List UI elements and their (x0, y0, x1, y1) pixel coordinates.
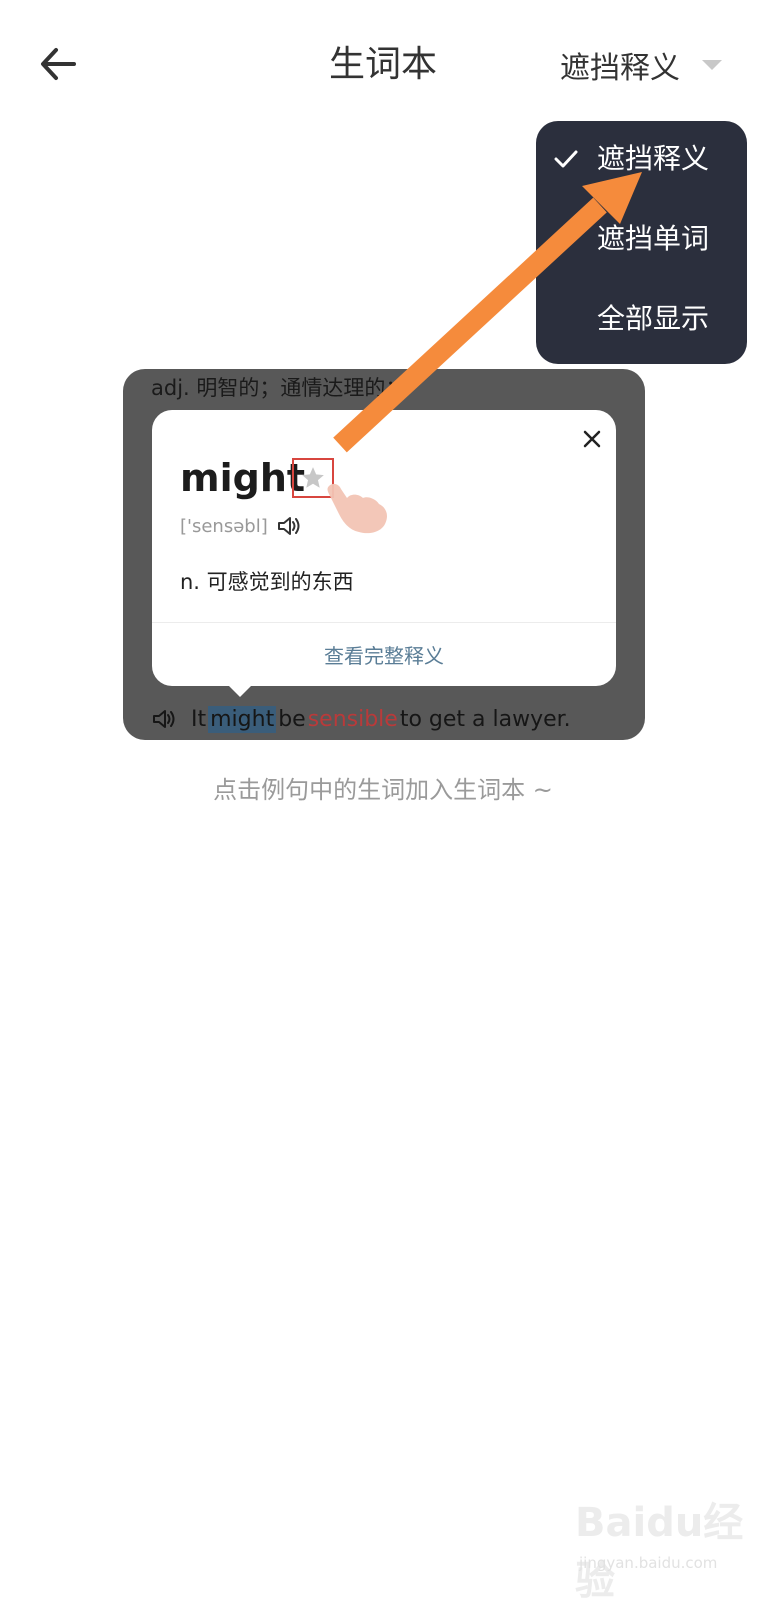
star-icon (302, 467, 324, 488)
check-icon (554, 150, 578, 168)
example-sentence: It might be sensible to get a lawyer. (151, 702, 571, 736)
sentence-rest[interactable]: to get a lawyer. (400, 707, 571, 732)
sentence-word[interactable]: be (278, 707, 306, 732)
watermark-sub: jingyan.baidu.com (579, 1554, 718, 1572)
popup-word: might (180, 456, 306, 500)
mode-menu-items: 遮挡释义 遮挡单词 全部显示 (536, 121, 747, 364)
sentence-word-new[interactable]: sensible (308, 707, 398, 732)
menu-item-label: 遮挡单词 (597, 222, 710, 255)
tap-hand-icon (327, 483, 387, 534)
sentence-word[interactable]: It (191, 707, 206, 732)
empty-hint: 点击例句中的生词加入生词本 ~ (213, 776, 553, 804)
dropdown-caret-icon (702, 60, 722, 70)
meaning-line: adj. 明智的；通情达理的； (151, 376, 407, 400)
popup-divider (152, 622, 616, 623)
popup-definition: n. 可感觉到的东西 (180, 570, 354, 594)
menu-item-label: 遮挡释义 (597, 142, 710, 175)
menu-item-label: 全部显示 (597, 302, 710, 335)
sentence-speaker-icon[interactable] (151, 707, 177, 731)
view-full-definition-link[interactable]: 查看完整释义 (152, 640, 616, 669)
menu-item-hide-meaning[interactable]: 遮挡释义 (536, 129, 747, 189)
close-icon[interactable] (580, 427, 604, 451)
menu-item-hide-word[interactable]: 遮挡单词 (536, 209, 747, 269)
sentence-word-highlighted[interactable]: might (208, 705, 277, 733)
speaker-icon[interactable] (276, 514, 302, 538)
watermark-logo: Baidu经验 jingyan.baidu.com (575, 1484, 760, 1604)
popup-phonetic: ['sensəbl] (180, 516, 268, 537)
mode-dropdown[interactable]: 遮挡释义 (560, 40, 722, 90)
mode-selected-label: 遮挡释义 (560, 51, 680, 86)
popup-tail (228, 685, 252, 697)
watermark-text: Baidu经验 (575, 1500, 744, 1604)
menu-item-show-all[interactable]: 全部显示 (536, 289, 747, 349)
